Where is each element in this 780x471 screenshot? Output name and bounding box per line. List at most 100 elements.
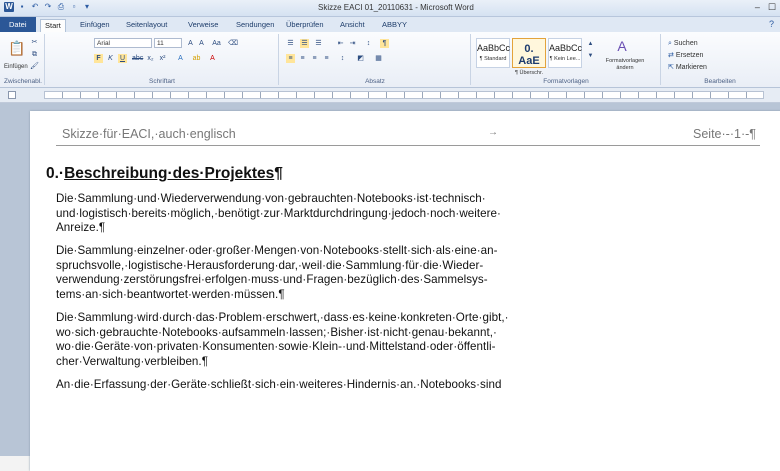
document-page[interactable]: Skizze·für·EACI,·auch·englisch → Seite·-… <box>30 111 780 471</box>
tab-review[interactable]: Überprüfen <box>282 19 328 31</box>
font-name-combo[interactable]: Arial <box>94 38 152 48</box>
tab-page-layout[interactable]: Seitenlayout <box>122 19 171 31</box>
style-name: ¶ Standard <box>479 56 507 62</box>
text-line: spruchsvolle,·logistische·Herausforderun… <box>56 258 484 272</box>
tab-references[interactable]: Verweise <box>184 19 222 31</box>
tab-insert[interactable]: Einfügen <box>76 19 114 31</box>
change-styles-icon[interactable]: A <box>612 38 632 54</box>
change-styles-button[interactable]: Formatvorlagen ändern <box>600 58 650 71</box>
clipboard-group-label: Zwischenabl. <box>4 78 42 85</box>
borders-icon[interactable]: ▦ <box>374 54 383 63</box>
page-header[interactable]: Skizze·für·EACI,·auch·englisch → Seite·-… <box>56 123 760 146</box>
styles-scroll-down-icon[interactable]: ▼ <box>586 52 595 61</box>
bold-icon[interactable]: F <box>94 54 103 63</box>
numbering-icon[interactable]: ☰ <box>300 39 309 48</box>
text-line: wo·die·Geräte·von·privaten·Konsumenten·s… <box>56 340 496 354</box>
text-line: verwendung·zerstörungsfrei·erfolgen·muss… <box>56 273 488 287</box>
window-title: Skizze EACI 01_20110631 - Microsoft Word <box>318 3 474 12</box>
customize-qat-icon[interactable]: ▾ <box>82 2 92 12</box>
font-group: Arial 11 A A Aa ⌫ F K U abc x₂ x² A ab A… <box>46 34 279 85</box>
font-size-combo[interactable]: 11 <box>154 38 182 48</box>
maximize-icon[interactable]: ☐ <box>768 2 776 13</box>
styles-group-label: Formatvorlagen <box>543 78 589 85</box>
heading-number: 0.· <box>46 165 65 182</box>
print-icon[interactable]: ⎙ <box>56 2 66 12</box>
bullets-icon[interactable]: ☰ <box>286 39 295 48</box>
superscript-icon[interactable]: x² <box>158 54 167 63</box>
multilevel-list-icon[interactable]: ☰ <box>314 39 323 48</box>
style-standard[interactable]: AaBbCc ¶ Standard <box>476 38 510 68</box>
paragraph-1[interactable]: Die·Sammlung·und·Wiederverwendung·von·ge… <box>56 192 746 236</box>
sort-icon[interactable]: ↕ <box>364 39 373 48</box>
window-controls: – ☐ <box>755 2 776 13</box>
style-no-spacing[interactable]: AaBbCc ¶ Kein Lee... <box>548 38 582 68</box>
styles-scroll-up-icon[interactable]: ▲ <box>586 40 595 49</box>
tab-start[interactable]: Start <box>40 19 66 32</box>
tab-file[interactable]: Datei <box>0 17 36 32</box>
format-painter-icon[interactable]: 🖌 <box>30 62 39 71</box>
find-label: Suchen <box>673 40 698 47</box>
shading-icon[interactable]: ◩ <box>356 54 365 63</box>
paragraph-4[interactable]: An·die·Erfassung·der·Geräte·schließt·sic… <box>56 378 746 393</box>
section-heading[interactable]: 0.·Beschreibung·des·Projektes¶ <box>46 165 283 183</box>
increase-indent-icon[interactable]: ⇥ <box>348 39 357 48</box>
copy-icon[interactable]: ⧉ <box>30 50 39 59</box>
document-area: Skizze·für·EACI,·auch·englisch → Seite·-… <box>0 103 780 471</box>
paragraph-group-label: Absatz <box>365 78 385 85</box>
paste-button[interactable]: Einfügen <box>4 62 28 73</box>
cut-icon[interactable]: ✂ <box>30 38 39 47</box>
font-group-label: Schriftart <box>148 78 175 85</box>
tab-mailings[interactable]: Sendungen <box>232 19 278 31</box>
align-left-icon[interactable]: ≡ <box>286 54 295 63</box>
editing-group-label: Bearbeiten <box>704 78 736 85</box>
paragraph-3[interactable]: Die·Sammlung·wird·durch·das·Problem·ersc… <box>56 311 746 369</box>
help-icon[interactable]: ? <box>769 19 774 29</box>
paste-icon[interactable]: 📋 <box>8 38 25 58</box>
title-bar: W ▪ ↶ ↷ ⎙ ▫ ▾ Skizze EACI 01_20110631 - … <box>0 0 780 17</box>
align-right-icon[interactable]: ≡ <box>310 54 319 63</box>
header-page-number: Seite·-·1·-¶ <box>693 127 756 141</box>
header-tab-mark: → <box>488 127 498 138</box>
undo-icon[interactable]: ↶ <box>30 2 40 12</box>
horizontal-ruler[interactable] <box>44 91 764 99</box>
align-center-icon[interactable]: ≡ <box>298 54 307 63</box>
word-app-icon[interactable]: W <box>4 2 14 12</box>
paragraph-group: ☰ ☰ ☰ ⇤ ⇥ ↕ ¶ ≡ ≡ ≡ ≡ ↕ ◩ ▦ Absatz <box>280 34 471 85</box>
tab-view[interactable]: Ansicht <box>336 19 369 31</box>
justify-icon[interactable]: ≡ <box>322 54 331 63</box>
heading-para-mark: ¶ <box>274 165 283 182</box>
change-case-icon[interactable]: Aa <box>212 39 221 48</box>
text-effects-icon[interactable]: A <box>176 54 185 63</box>
styles-group: AaBbCc ¶ Standard 0. AaE ¶ Überschr. AaB… <box>472 34 661 85</box>
subscript-icon[interactable]: x₂ <box>146 54 155 63</box>
save-icon[interactable]: ▪ <box>17 2 27 12</box>
minimize-icon[interactable]: – <box>755 2 760 13</box>
highlight-icon[interactable]: ab <box>192 54 201 63</box>
strikethrough-icon[interactable]: abc <box>132 54 143 63</box>
clear-format-icon[interactable]: ⌫ <box>228 39 238 48</box>
line-spacing-icon[interactable]: ↕ <box>338 54 347 63</box>
clipboard-group: 📋 Einfügen ✂ ⧉ 🖌 Zwischenabl. <box>2 34 45 85</box>
replace-icon: ⇄ <box>668 52 676 59</box>
shrink-font-icon[interactable]: A <box>197 39 206 48</box>
style-name: ¶ Überschr. <box>514 70 544 76</box>
style-sample: AaBbCc <box>549 43 583 53</box>
style-heading[interactable]: 0. AaE ¶ Überschr. <box>512 38 546 76</box>
tab-selector[interactable] <box>8 91 16 99</box>
text-line: Die·Sammlung·und·Wiederverwendung·von·ge… <box>56 192 486 205</box>
open-icon[interactable]: ▫ <box>69 2 79 12</box>
grow-font-icon[interactable]: A <box>186 39 195 48</box>
show-marks-icon[interactable]: ¶ <box>380 39 389 48</box>
select-button[interactable]: ⇱ Markieren <box>668 62 707 73</box>
paragraph-2[interactable]: Die·Sammlung·einzelner·oder·großer·Menge… <box>56 244 746 302</box>
italic-icon[interactable]: K <box>106 54 115 63</box>
style-name: ¶ Kein Lee... <box>549 56 581 62</box>
quick-access-toolbar: W ▪ ↶ ↷ ⎙ ▫ ▾ <box>4 2 92 12</box>
underline-icon[interactable]: U <box>118 54 127 63</box>
find-button[interactable]: ⌕ Suchen <box>668 38 698 49</box>
font-color-icon[interactable]: A <box>208 54 217 63</box>
replace-button[interactable]: ⇄ Ersetzen <box>668 50 703 61</box>
redo-icon[interactable]: ↷ <box>43 2 53 12</box>
tab-abbyy[interactable]: ABBYY <box>378 19 411 31</box>
decrease-indent-icon[interactable]: ⇤ <box>336 39 345 48</box>
